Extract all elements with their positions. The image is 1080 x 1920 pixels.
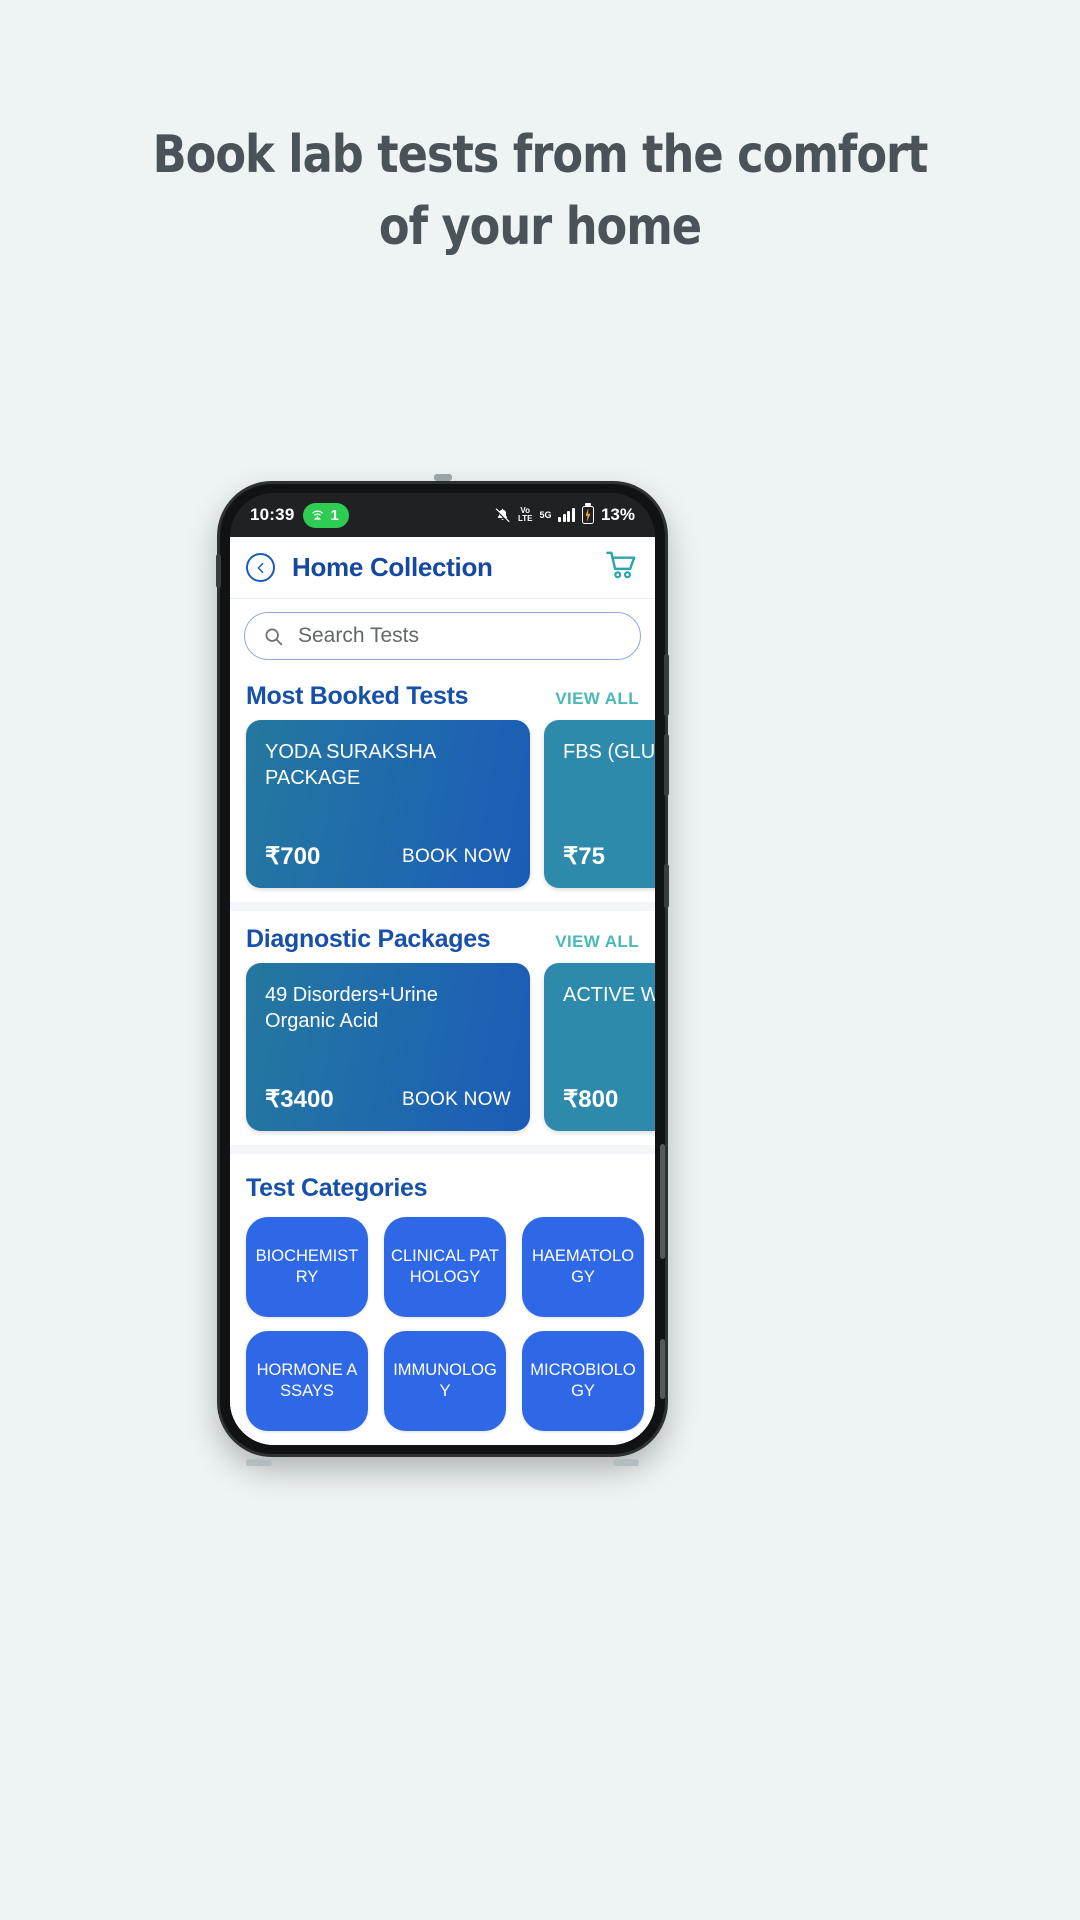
- bell-off-icon: [495, 508, 510, 524]
- category-tile-hormone-assays[interactable]: HORMONE ASSAYS: [246, 1331, 368, 1431]
- package-card-title: 49 Disorders+Urine Organic Acid: [265, 984, 438, 1032]
- battery-percent: 13%: [600, 505, 635, 524]
- wifi-hotspot-icon: [312, 510, 324, 520]
- search-input[interactable]: Search Tests: [244, 612, 641, 660]
- package-card-footer: ₹800 BOOK NOW: [563, 1085, 655, 1114]
- section-title: Diagnostic Packages: [246, 925, 491, 953]
- app-bar: Home Collection: [230, 537, 655, 599]
- book-now-button[interactable]: BOOK NOW: [402, 1089, 511, 1111]
- category-tile-biochemistry[interactable]: BIOCHEMISTRY: [246, 1217, 368, 1317]
- package-card-price: ₹3400: [265, 1086, 334, 1113]
- status-bar-right: Vo LTE 5G 13%: [494, 505, 635, 525]
- promo-headline-line-1: Book lab tests from the comfort: [152, 125, 929, 185]
- status-bar: 10:39 1 Vo LTE 5G 13%: [230, 493, 655, 537]
- scroll-indicator-lower[interactable]: [660, 1339, 665, 1399]
- package-card[interactable]: 49 Disorders+Urine Organic Acid ₹3400 BO…: [246, 963, 530, 1131]
- section-test-categories: Test Categories BIOCHEMISTRY CLINICAL PA…: [230, 1154, 655, 1445]
- phone-camera-dot: [433, 474, 452, 481]
- test-card-footer: ₹75 BOOK NOW: [563, 842, 655, 871]
- test-card-price: ₹700: [265, 843, 321, 870]
- category-tile-immunology[interactable]: IMMUNOLOGY: [384, 1331, 506, 1431]
- battery-charging-icon: [581, 506, 594, 524]
- test-card[interactable]: YODA SURAKSHA PACKAGE ₹700 BOOK NOW: [246, 720, 530, 888]
- package-card-footer: ₹3400 BOOK NOW: [265, 1085, 511, 1114]
- test-card-price: ₹75: [563, 843, 605, 870]
- status-time: 10:39: [250, 505, 295, 524]
- volume-down-button[interactable]: [664, 734, 669, 796]
- test-card[interactable]: FBS (GLUCOSE FASTING) ₹75 BOOK NOW: [544, 720, 655, 888]
- volume-up-button[interactable]: [664, 654, 669, 716]
- section-header: Diagnostic Packages VIEW ALL: [230, 915, 655, 963]
- category-tile-microbiology[interactable]: MICROBIOLOGY: [522, 1331, 644, 1431]
- cart-button[interactable]: [605, 549, 639, 586]
- back-arrow-circle-icon[interactable]: [246, 553, 275, 582]
- promo-headline-line-2: of your home: [378, 196, 702, 257]
- package-card-title: ACTIVE WOMEN PACKAGE <40 CARDIO-METABOLI…: [563, 984, 655, 1006]
- promo-headline: Book lab tests from the comfort of your …: [76, 120, 1005, 264]
- power-button[interactable]: [664, 864, 669, 908]
- package-card[interactable]: ACTIVE WOMEN PACKAGE <40 CARDIO-METABOLI…: [544, 963, 655, 1131]
- section-diagnostic-packages: Diagnostic Packages VIEW ALL 49 Disorder…: [230, 911, 655, 1145]
- view-all-link-diagnostic[interactable]: VIEW ALL: [555, 932, 639, 952]
- test-card-carousel[interactable]: YODA SURAKSHA PACKAGE ₹700 BOOK NOW FBS …: [230, 720, 655, 888]
- phone-screen: 10:39 1 Vo LTE 5G 13% Home Collection Se…: [230, 493, 655, 1445]
- app-screen: Home Collection Search Tests Most Booked…: [230, 537, 655, 1445]
- search-placeholder: Search Tests: [298, 624, 420, 647]
- hotspot-count: 1: [330, 506, 339, 524]
- package-card-carousel[interactable]: 49 Disorders+Urine Organic Acid ₹3400 BO…: [230, 963, 655, 1131]
- side-button-left[interactable]: [216, 554, 221, 588]
- network-type-label: 5G: [539, 510, 552, 520]
- section-header: Most Booked Tests VIEW ALL: [230, 672, 655, 720]
- back-arrow-icon: [257, 562, 263, 573]
- search-icon: [265, 628, 283, 645]
- content-scroll-area[interactable]: Most Booked Tests VIEW ALL YODA SURAKSHA…: [230, 668, 655, 1445]
- signal-bars-icon: [558, 508, 575, 522]
- section-most-booked-tests: Most Booked Tests VIEW ALL YODA SURAKSHA…: [230, 668, 655, 902]
- categories-grid: BIOCHEMISTRY CLINICAL PATHOLOGY HAEMATOL…: [230, 1217, 655, 1431]
- volte-indicator: Vo LTE: [518, 507, 533, 523]
- shopping-cart-icon: [606, 551, 636, 579]
- page-title: Home Collection: [292, 552, 493, 582]
- phone-stand-left: [246, 1459, 272, 1466]
- status-bar-left: 10:39 1: [250, 502, 349, 528]
- volte-line-2: LTE: [517, 514, 533, 523]
- category-tile-clinical-pathology[interactable]: CLINICAL PATHOLOGY: [384, 1217, 506, 1317]
- phone-mockup: 10:39 1 Vo LTE 5G 13% Home Collection Se…: [216, 474, 669, 1466]
- test-card-footer: ₹700 BOOK NOW: [265, 842, 511, 871]
- search-row: Search Tests: [230, 599, 655, 668]
- test-card-title: YODA SURAKSHA PACKAGE: [265, 741, 436, 789]
- view-all-link-most-booked[interactable]: VIEW ALL: [555, 689, 639, 709]
- book-now-button[interactable]: BOOK NOW: [402, 846, 511, 868]
- hotspot-indicator: 1: [303, 502, 349, 528]
- categories-title: Test Categories: [246, 1174, 428, 1202]
- scroll-indicator-upper[interactable]: [660, 1144, 665, 1259]
- section-title: Most Booked Tests: [246, 682, 469, 710]
- test-card-title: FBS (GLUCOSE FASTING): [563, 741, 655, 763]
- category-tile-haematology[interactable]: HAEMATOLOGY: [522, 1217, 644, 1317]
- package-card-price: ₹800: [563, 1086, 619, 1113]
- phone-stand-right: [613, 1459, 639, 1466]
